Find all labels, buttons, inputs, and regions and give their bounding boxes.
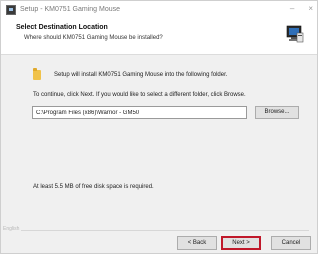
window-title: Setup - KM0751 Gaming Mouse	[20, 6, 120, 13]
install-info-text: Setup will install KM0751 Gaming Mouse i…	[54, 72, 228, 78]
wizard-content: Setup will install KM0751 Gaming Mouse i…	[1, 55, 317, 225]
setup-app-icon	[6, 4, 16, 15]
back-button[interactable]: < Back	[177, 236, 217, 250]
destination-path-input[interactable]	[32, 106, 247, 119]
footer-divider	[9, 230, 309, 231]
instruction-text: To continue, click Next. If you would li…	[33, 92, 246, 98]
minimize-icon[interactable]: –	[290, 4, 294, 13]
next-button[interactable]: Next >	[221, 236, 261, 250]
cancel-button[interactable]: Cancel	[271, 236, 311, 250]
installer-computer-icon	[286, 25, 304, 43]
window-controls: – ×	[290, 4, 313, 13]
browse-button[interactable]: Browse...	[255, 106, 299, 119]
setup-window: Setup - KM0751 Gaming Mouse – × Select D…	[0, 0, 318, 254]
footer-brand-text: English	[3, 226, 22, 232]
wizard-header: Select Destination Location Where should…	[1, 18, 317, 55]
page-title: Select Destination Location	[16, 24, 108, 31]
disk-space-text: At least 5.5 MB of free disk space is re…	[33, 184, 154, 190]
page-subtitle: Where should KM0751 Gaming Mouse be inst…	[24, 35, 163, 41]
close-icon[interactable]: ×	[308, 4, 313, 13]
title-bar: Setup - KM0751 Gaming Mouse – ×	[1, 1, 317, 18]
folder-icon	[33, 68, 41, 80]
